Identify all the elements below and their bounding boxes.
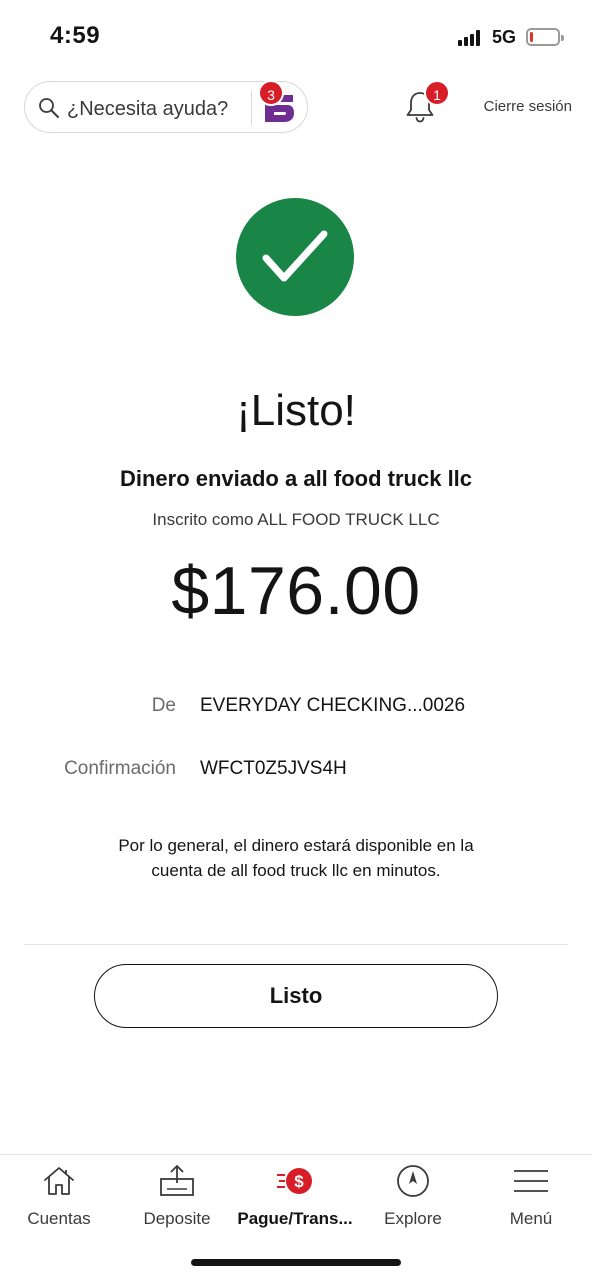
from-account-row: De EVERYDAY CHECKING...0026 <box>0 695 592 725</box>
confirmation-label: Confirmación <box>64 758 176 779</box>
nav-label: Cuentas <box>27 1209 91 1228</box>
search-placeholder: ¿Necesita ayuda? <box>67 98 229 120</box>
confirmation-row: Confirmación WFCT0Z5JVS4H <box>0 758 592 788</box>
done-button[interactable]: Listo <box>94 964 498 1028</box>
logout-link[interactable]: Cierre sesión <box>472 98 572 115</box>
success-title: ¡Listo! <box>236 386 356 435</box>
notifications-badge: 1 <box>424 80 450 106</box>
battery-icon <box>526 28 564 46</box>
status-bar: 4:59 5G <box>0 0 592 70</box>
availability-note: Por lo general, el dinero estará disponi… <box>118 836 474 880</box>
success-checkmark-icon <box>236 198 354 316</box>
divider <box>24 944 568 945</box>
svg-text:$: $ <box>294 1172 304 1191</box>
from-account-value: EVERYDAY CHECKING...0026 <box>200 695 466 716</box>
assistant-badge: 3 <box>258 80 284 106</box>
network-type: 5G <box>492 27 517 47</box>
nav-item-pay-transfer[interactable]: $ Pague/Trans... <box>236 1155 354 1245</box>
enrolled-name: Inscrito como ALL FOOD TRUCK LLC <box>152 510 440 529</box>
pay-transfer-icon: $ <box>277 1168 312 1194</box>
status-time: 4:59 <box>50 22 101 49</box>
nav-label: Explore <box>384 1209 442 1228</box>
nav-label: Pague/Trans... <box>237 1209 353 1228</box>
deposit-icon <box>160 1165 194 1196</box>
home-indicator <box>191 1259 401 1266</box>
home-icon <box>44 1167 74 1195</box>
header: ¿Necesita ayuda? 3 1 Cierre sesión <box>0 80 592 136</box>
transfer-amount: $176.00 <box>171 553 421 629</box>
nav-item-menu[interactable]: Menú <box>472 1155 590 1245</box>
battery-level <box>530 32 533 42</box>
from-label: De <box>151 695 176 716</box>
divider <box>251 91 252 125</box>
compass-icon <box>397 1165 429 1197</box>
hamburger-menu-icon <box>514 1170 548 1192</box>
signal-strength-icon <box>458 30 484 46</box>
confirmation-number: WFCT0Z5JVS4H <box>200 758 347 779</box>
search-icon <box>39 98 59 118</box>
recipient-message: Dinero enviado a all food truck llc <box>119 466 473 491</box>
nav-label: Deposite <box>143 1209 211 1228</box>
nav-label: Menú <box>509 1209 553 1228</box>
nav-item-deposit[interactable]: Deposite <box>118 1155 236 1245</box>
nav-item-explore[interactable]: Explore <box>354 1155 472 1245</box>
nav-item-accounts[interactable]: Cuentas <box>0 1155 118 1245</box>
